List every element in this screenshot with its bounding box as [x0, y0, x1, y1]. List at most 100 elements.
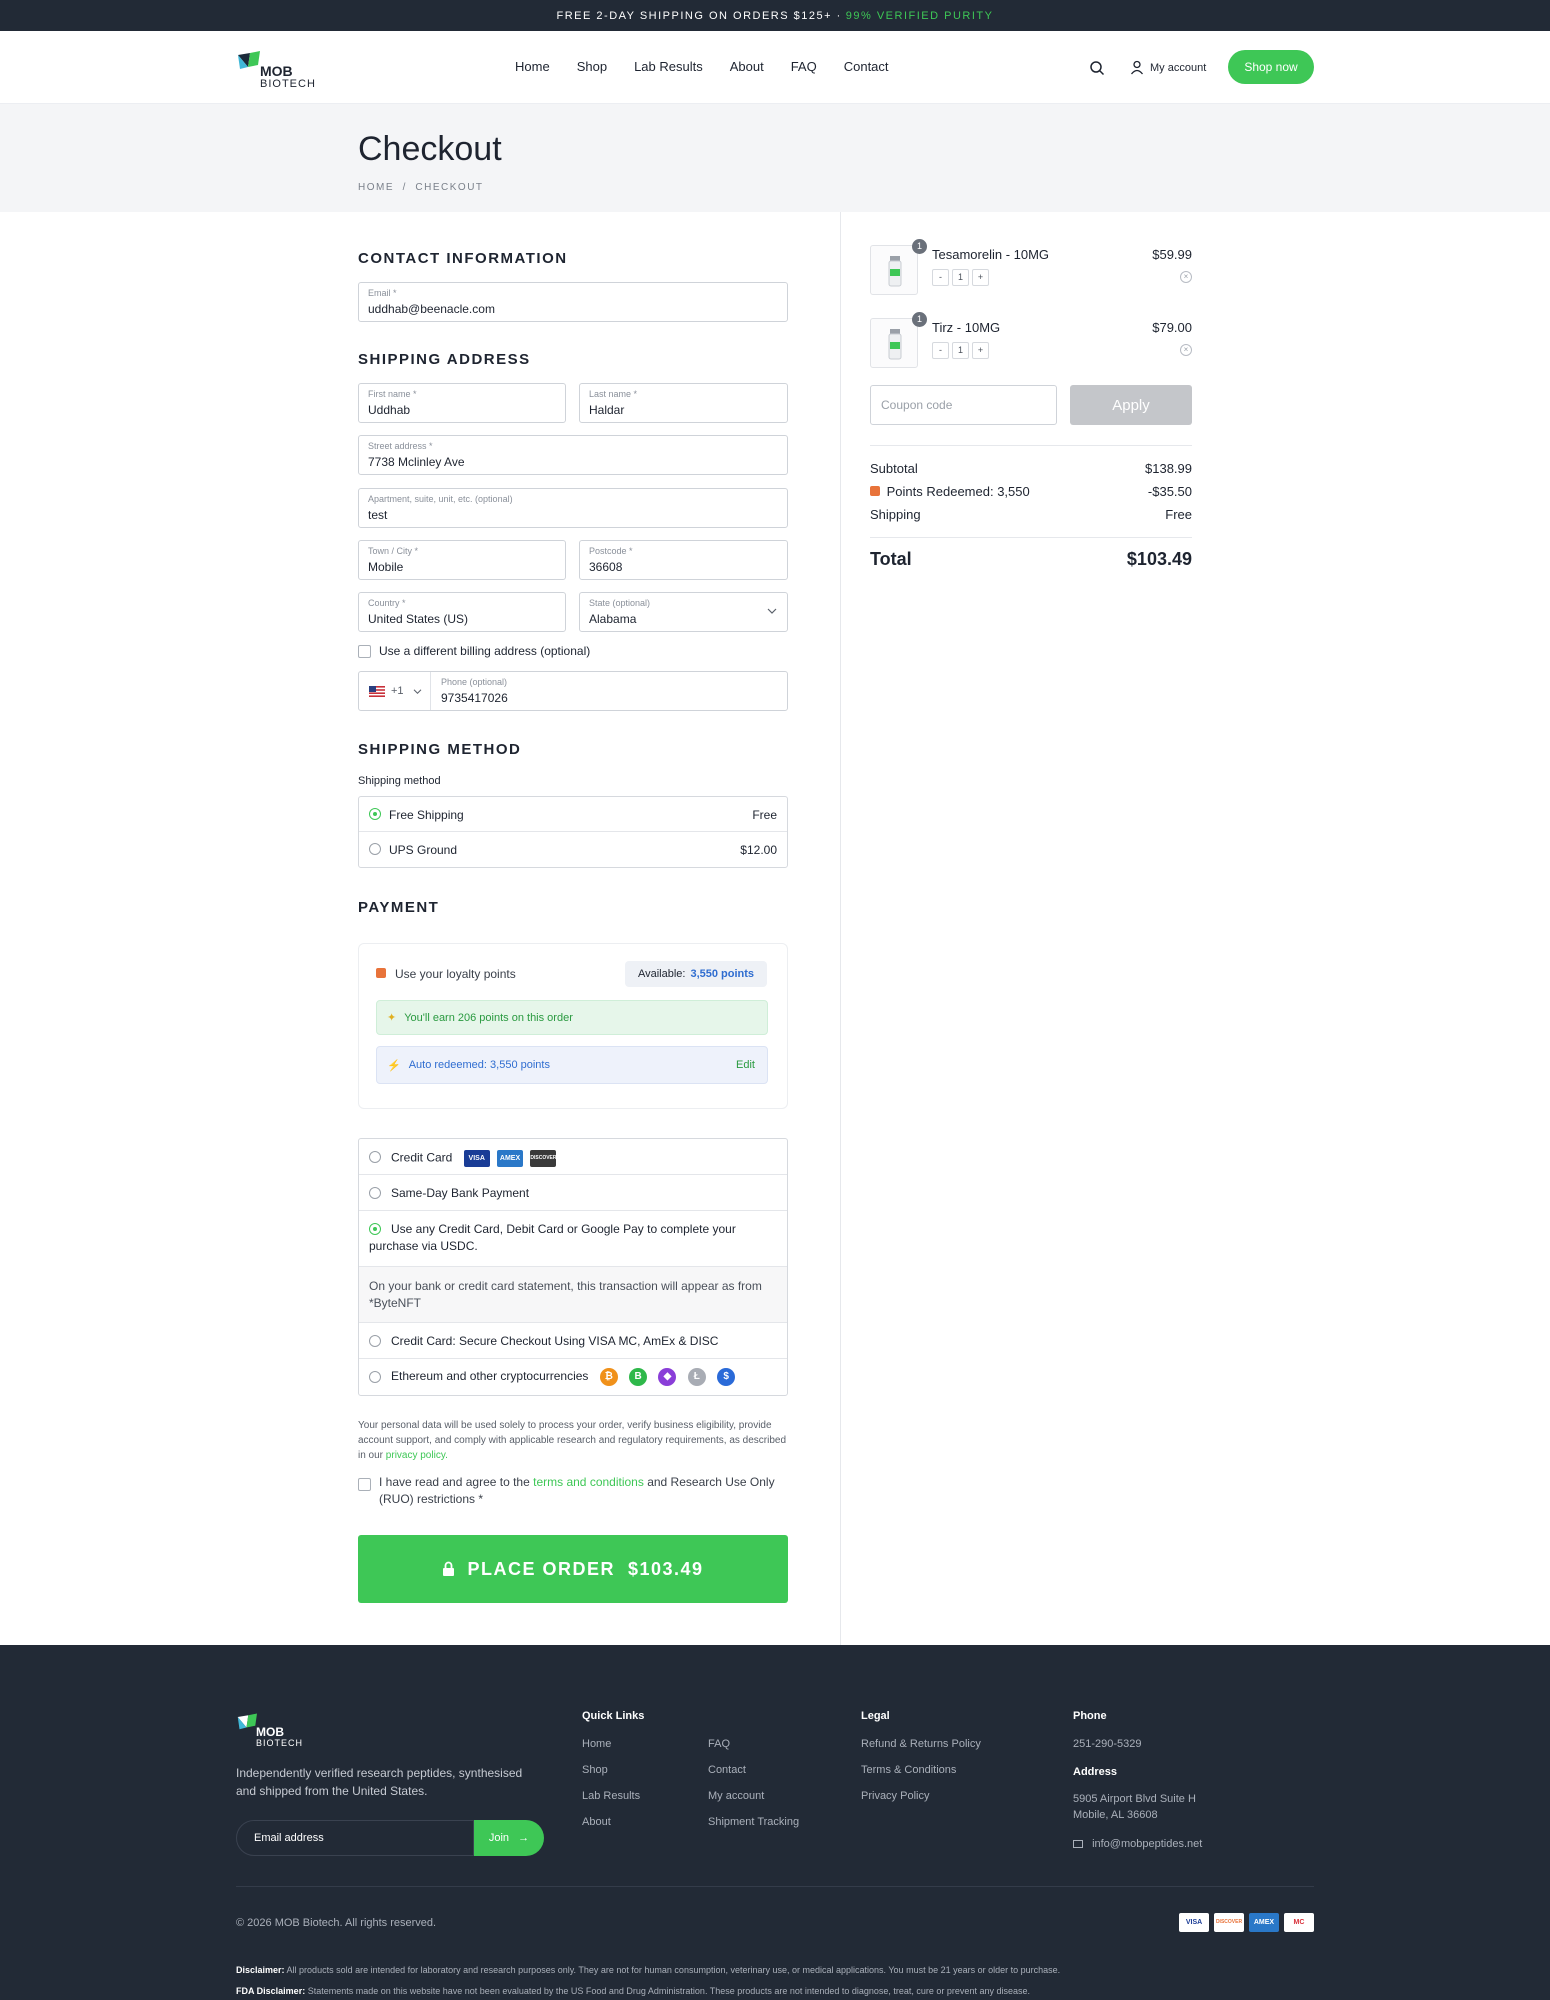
footer-link-privacy-policy[interactable]: Privacy Policy: [861, 1790, 929, 1802]
nav-about[interactable]: About: [730, 59, 764, 74]
disclaimer-text: All products sold are intended for labor…: [286, 1965, 1061, 1975]
payment-radio-secure-card[interactable]: [369, 1335, 381, 1347]
cart-item-name[interactable]: Tirz - 10MG: [932, 320, 1000, 335]
increase-quantity-button[interactable]: +: [972, 342, 989, 359]
shipping-label: Shipping: [870, 507, 921, 522]
breadcrumb-home[interactable]: HOME: [358, 182, 394, 193]
footer-email[interactable]: info@mobpeptides.net: [1073, 1838, 1202, 1850]
apartment-field[interactable]: Apartment, suite, unit, etc. (optional) …: [358, 488, 788, 528]
footer-link-shop[interactable]: Shop: [582, 1764, 608, 1776]
last-name-label: Last name *: [589, 389, 638, 399]
fda-disclaimer-text: Statements made on this website have not…: [307, 1986, 1030, 1996]
footer-link-faq[interactable]: FAQ: [708, 1738, 730, 1750]
footer-link-shipment-tracking[interactable]: Shipment Tracking: [708, 1816, 799, 1828]
product-thumbnail: [870, 318, 918, 368]
phone-country-selector[interactable]: +1: [359, 672, 431, 710]
summary-divider: [870, 537, 1192, 538]
payment-option-credit-card[interactable]: Credit Card VISA AMEX DISCOVER: [359, 1139, 787, 1175]
available-points-value: 3,550 points: [690, 968, 755, 980]
points-redeemed-value: -$35.50: [1147, 484, 1192, 499]
shipping-radio-ups[interactable]: [369, 843, 381, 855]
last-name-value: Haldar: [589, 403, 625, 417]
decrease-quantity-button[interactable]: -: [932, 342, 949, 359]
apply-coupon-button[interactable]: Apply: [1070, 385, 1192, 425]
postcode-label: Postcode *: [589, 546, 633, 556]
edit-points-link[interactable]: Edit: [736, 1059, 755, 1071]
shipping-radio-free[interactable]: [369, 808, 381, 820]
state-select[interactable]: State (optional) Alabama: [579, 592, 788, 632]
announcement-text: FREE 2-DAY SHIPPING ON ORDERS $125+ ·: [556, 9, 842, 22]
remove-item-icon[interactable]: ×: [1180, 271, 1192, 283]
last-name-field[interactable]: Last name * Haldar: [579, 383, 788, 423]
cart-item-name[interactable]: Tesamorelin - 10MG: [932, 247, 1049, 262]
email-field[interactable]: Email * uddhab@beenacle.com: [358, 282, 788, 322]
footer-link-my-account[interactable]: My account: [708, 1790, 764, 1802]
place-order-button[interactable]: PLACE ORDER $103.49: [358, 1535, 788, 1603]
footer-logo[interactable]: MOB BIOTECH: [236, 1710, 326, 1750]
street-address-field[interactable]: Street address * 7738 Mclinley Ave: [358, 435, 788, 475]
town-value: Mobile: [368, 560, 404, 574]
town-label: Town / City *: [368, 546, 419, 556]
footer-link-terms[interactable]: Terms & Conditions: [861, 1764, 956, 1776]
payment-radio-bank[interactable]: [369, 1187, 381, 1199]
payment-option-secure-card[interactable]: Credit Card: Secure Checkout Using VISA …: [359, 1323, 787, 1359]
phone-field[interactable]: +1 Phone (optional) 9735417026: [358, 671, 788, 711]
payment-radio-crypto[interactable]: [369, 1371, 381, 1383]
quantity-value[interactable]: 1: [952, 269, 969, 286]
coupon-input[interactable]: Coupon code: [870, 385, 1057, 425]
footer-brand-subname: BIOTECH: [256, 1738, 304, 1748]
arrow-right-icon: →: [518, 1832, 530, 1844]
footer-link-contact[interactable]: Contact: [708, 1764, 746, 1776]
increase-quantity-button[interactable]: +: [972, 269, 989, 286]
footer-brand-name: MOB: [256, 1725, 284, 1739]
search-icon[interactable]: [1089, 60, 1105, 76]
payment-label-crypto: Ethereum and other cryptocurrencies ₿ B …: [391, 1368, 736, 1386]
footer-disclaimer: Disclaimer: All products sold are intend…: [236, 1965, 1060, 1975]
total-label: Total: [870, 549, 912, 569]
newsletter-email-input[interactable]: Email address: [236, 1820, 474, 1856]
footer-link-about[interactable]: About: [582, 1816, 611, 1828]
my-account-link[interactable]: My account: [1130, 60, 1206, 75]
footer-link-home[interactable]: Home: [582, 1738, 611, 1750]
shop-now-button[interactable]: Shop now: [1228, 50, 1314, 84]
nav-home[interactable]: Home: [515, 59, 550, 74]
town-field[interactable]: Town / City * Mobile: [358, 540, 566, 580]
fda-disclaimer-label: FDA Disclaimer:: [236, 1986, 306, 1996]
quantity-stepper: - 1 +: [932, 342, 992, 359]
sparkle-icon: ✦: [387, 1012, 397, 1024]
phone-label: Phone (optional): [441, 677, 508, 687]
footer-link-refund-policy[interactable]: Refund & Returns Policy: [861, 1738, 981, 1750]
shipping-option-free[interactable]: Free Shipping Free: [359, 797, 787, 832]
nav-lab-results[interactable]: Lab Results: [634, 59, 703, 74]
payment-option-crypto[interactable]: Ethereum and other cryptocurrencies ₿ B …: [359, 1359, 787, 1395]
footer-address-line1: 5905 Airport Blvd Suite H: [1073, 1793, 1196, 1805]
shipping-option-ups[interactable]: UPS Ground $12.00: [359, 832, 787, 867]
nav-faq[interactable]: FAQ: [791, 59, 817, 74]
payment-option-bank[interactable]: Same-Day Bank Payment: [359, 1175, 787, 1211]
quantity-value[interactable]: 1: [952, 342, 969, 359]
brand-logo[interactable]: MOB BIOTECH: [236, 47, 326, 91]
privacy-policy-link[interactable]: privacy policy.: [386, 1450, 448, 1461]
payment-radio-credit-card[interactable]: [369, 1151, 381, 1163]
footer-phone[interactable]: 251-290-5329: [1073, 1738, 1142, 1750]
remove-item-icon[interactable]: ×: [1180, 344, 1192, 356]
nav-contact[interactable]: Contact: [844, 59, 889, 74]
postcode-field[interactable]: Postcode * 36608: [579, 540, 788, 580]
terms-link[interactable]: terms and conditions: [533, 1475, 644, 1489]
newsletter-join-button[interactable]: Join →: [474, 1820, 544, 1856]
first-name-label: First name *: [368, 389, 417, 399]
footer-link-lab-results[interactable]: Lab Results: [582, 1790, 640, 1802]
decrease-quantity-button[interactable]: -: [932, 269, 949, 286]
country-field[interactable]: Country * United States (US): [358, 592, 566, 632]
breadcrumb-current: CHECKOUT: [415, 182, 484, 193]
phone-value: 9735417026: [441, 691, 508, 705]
first-name-field[interactable]: First name * Uddhab: [358, 383, 566, 423]
breadcrumb-separator: /: [402, 182, 407, 193]
terms-checkbox[interactable]: [358, 1478, 371, 1491]
shipping-section-title: SHIPPING ADDRESS: [358, 351, 531, 368]
loyalty-label: Use your loyalty points: [395, 967, 516, 981]
nav-shop[interactable]: Shop: [577, 59, 607, 74]
postcode-value: 36608: [589, 560, 623, 574]
payment-option-usdc[interactable]: Use any Credit Card, Debit Card or Googl…: [359, 1211, 787, 1267]
different-billing-checkbox[interactable]: [358, 645, 371, 658]
